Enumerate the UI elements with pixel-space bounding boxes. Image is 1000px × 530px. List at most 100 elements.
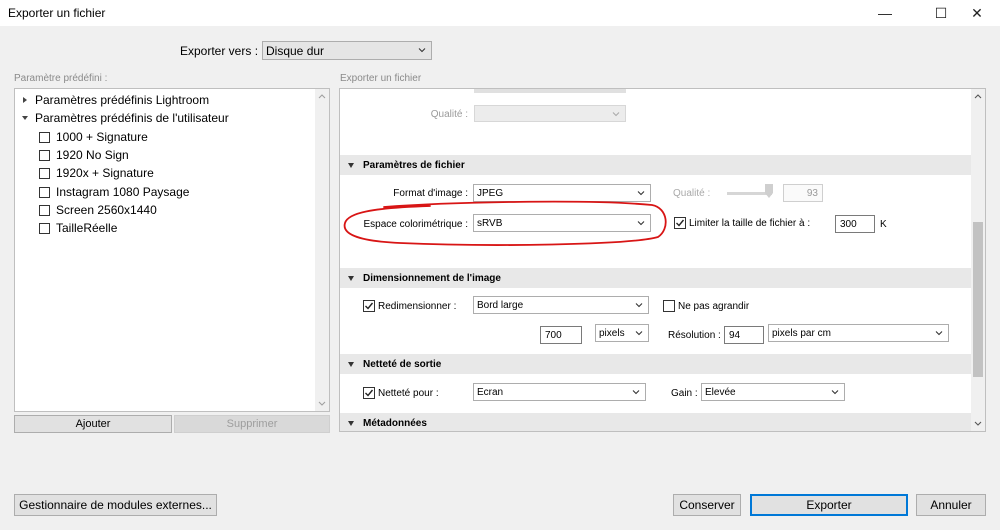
preset-checkbox[interactable] xyxy=(39,131,50,143)
export-to-dropdown[interactable]: Disque dur xyxy=(262,41,432,60)
resolution-unit-dropdown[interactable]: pixels par cm xyxy=(768,324,949,342)
preset-item-label: 1920x + Signature xyxy=(56,166,154,180)
window-title: Exporter un fichier xyxy=(8,6,106,20)
scrollbar-thumb[interactable] xyxy=(973,222,983,377)
sharpen-checkbox[interactable] xyxy=(363,387,375,399)
limit-size-label: Limiter la taille de fichier à : xyxy=(689,217,811,229)
chevron-down-icon xyxy=(612,112,620,117)
export-to-label: Exporter vers : xyxy=(180,44,259,58)
chevron-down-icon xyxy=(637,191,645,196)
limit-size-field[interactable]: 300 xyxy=(835,215,875,233)
section-title: Dimensionnement de l'image xyxy=(363,272,501,284)
section-collapse-icon[interactable] xyxy=(348,162,354,168)
resolution-field[interactable]: 94 xyxy=(724,326,764,344)
sharpen-value: Ecran xyxy=(477,386,504,398)
preset-item-label: 1000 + Signature xyxy=(56,130,148,144)
section-metadata[interactable]: Métadonnées xyxy=(340,413,972,431)
quality-value-field[interactable]: 93 xyxy=(783,184,823,202)
checkmark-icon xyxy=(365,302,374,310)
tree-group-label: Paramètres prédéfinis de l'utilisateur xyxy=(35,111,229,125)
preset-checkbox[interactable] xyxy=(39,222,50,234)
tree-group-label: Paramètres prédéfinis Lightroom xyxy=(35,93,210,107)
section-collapse-icon[interactable] xyxy=(348,420,354,426)
limit-size-option[interactable]: Limiter la taille de fichier à : xyxy=(674,217,810,229)
presets-label: Paramètre prédéfini : xyxy=(14,73,108,84)
resolution-label: Résolution : xyxy=(668,330,721,341)
export-settings-panel: Qualité : Paramètres de fichier Format d… xyxy=(339,88,986,432)
preset-item-label: 1920 No Sign xyxy=(56,148,129,162)
preset-item[interactable]: 1920x + Signature xyxy=(39,166,154,180)
sharpen-dropdown[interactable]: Ecran xyxy=(473,383,646,401)
collapsed-arrow-icon[interactable] xyxy=(23,97,27,103)
minimize-button[interactable]: — xyxy=(862,0,908,26)
format-value: JPEG xyxy=(477,187,504,199)
top-quality-dropdown[interactable] xyxy=(474,105,626,122)
dont-enlarge-label: Ne pas agrandir xyxy=(678,300,750,312)
resize-label: Redimensionner : xyxy=(378,300,457,312)
add-preset-button[interactable]: Ajouter xyxy=(14,415,172,433)
quality-label: Qualité : xyxy=(673,188,711,199)
limit-size-unit: K xyxy=(880,219,887,230)
chevron-down-icon xyxy=(632,390,640,395)
expanded-arrow-icon[interactable] xyxy=(22,116,28,120)
plugin-manager-button[interactable]: Gestionnaire de modules externes... xyxy=(14,494,217,516)
amount-value: Elevée xyxy=(705,386,736,398)
quality-slider-thumb[interactable] xyxy=(764,184,773,198)
preset-item[interactable]: 1000 + Signature xyxy=(39,130,148,144)
preset-item[interactable]: Screen 2560x1440 xyxy=(39,203,157,217)
resize-option[interactable]: Redimensionner : xyxy=(363,300,456,312)
title-bar xyxy=(0,0,1000,26)
section-title: Netteté de sortie xyxy=(363,358,442,370)
sharpen-option[interactable]: Netteté pour : xyxy=(363,387,439,399)
top-divider xyxy=(474,89,626,93)
save-preset-button[interactable]: Conserver xyxy=(673,494,741,516)
remove-preset-button[interactable]: Supprimer xyxy=(174,415,330,433)
preset-item[interactable]: 1920 No Sign xyxy=(39,148,129,162)
resize-checkbox[interactable] xyxy=(363,300,375,312)
preset-checkbox[interactable] xyxy=(39,167,50,179)
section-file-settings[interactable]: Paramètres de fichier xyxy=(340,155,972,175)
preset-item-label: Screen 2560x1440 xyxy=(56,203,157,217)
resize-dropdown[interactable]: Bord large xyxy=(473,296,649,314)
section-output-sharpening[interactable]: Netteté de sortie xyxy=(340,354,972,374)
section-collapse-icon[interactable] xyxy=(348,275,354,281)
export-to-value: Disque dur xyxy=(266,43,325,58)
chevron-down-icon xyxy=(831,390,839,395)
sharpen-label: Netteté pour : xyxy=(378,387,439,399)
top-quality-label: Qualité : xyxy=(430,109,468,120)
preset-checkbox[interactable] xyxy=(39,149,50,161)
annotation-ellipse xyxy=(343,200,667,246)
scroll-down-icon[interactable] xyxy=(971,417,985,431)
preset-item[interactable]: TailleRéelle xyxy=(39,221,117,235)
resize-value: Bord large xyxy=(477,299,524,311)
resolution-unit-value: pixels par cm xyxy=(772,327,831,339)
scroll-up-icon[interactable] xyxy=(971,89,985,103)
section-title: Paramètres de fichier xyxy=(363,159,465,171)
size-field[interactable]: 700 xyxy=(540,326,582,344)
scroll-up-icon[interactable] xyxy=(315,89,329,103)
preset-scrollbar[interactable] xyxy=(315,89,329,411)
section-collapse-icon[interactable] xyxy=(348,361,354,367)
preset-item[interactable]: Instagram 1080 Paysage xyxy=(39,185,189,199)
settings-scrollbar[interactable] xyxy=(971,89,985,431)
tree-group-lightroom[interactable]: Paramètres prédéfinis Lightroom xyxy=(23,93,209,107)
section-image-sizing[interactable]: Dimensionnement de l'image xyxy=(340,268,972,288)
preset-item-label: TailleRéelle xyxy=(56,221,118,235)
size-unit-value: pixels xyxy=(599,327,625,339)
close-button[interactable]: ✕ xyxy=(954,0,1000,26)
export-panel-label: Exporter un fichier xyxy=(340,73,422,84)
dont-enlarge-option[interactable]: Ne pas agrandir xyxy=(663,300,749,312)
cancel-button[interactable]: Annuler xyxy=(916,494,986,516)
chevron-down-icon xyxy=(635,303,643,308)
format-label: Format d'image : xyxy=(393,188,468,199)
preset-checkbox[interactable] xyxy=(39,186,50,198)
export-button[interactable]: Exporter xyxy=(750,494,908,516)
amount-dropdown[interactable]: Elevée xyxy=(701,383,845,401)
size-unit-dropdown[interactable]: pixels xyxy=(595,324,649,342)
dont-enlarge-checkbox[interactable] xyxy=(663,300,675,312)
preset-tree[interactable]: Paramètres prédéfinis Lightroom Paramètr… xyxy=(14,88,330,412)
scroll-down-icon[interactable] xyxy=(315,397,329,411)
limit-size-checkbox[interactable] xyxy=(674,217,686,229)
preset-checkbox[interactable] xyxy=(39,204,50,216)
tree-group-user[interactable]: Paramètres prédéfinis de l'utilisateur xyxy=(22,111,229,125)
